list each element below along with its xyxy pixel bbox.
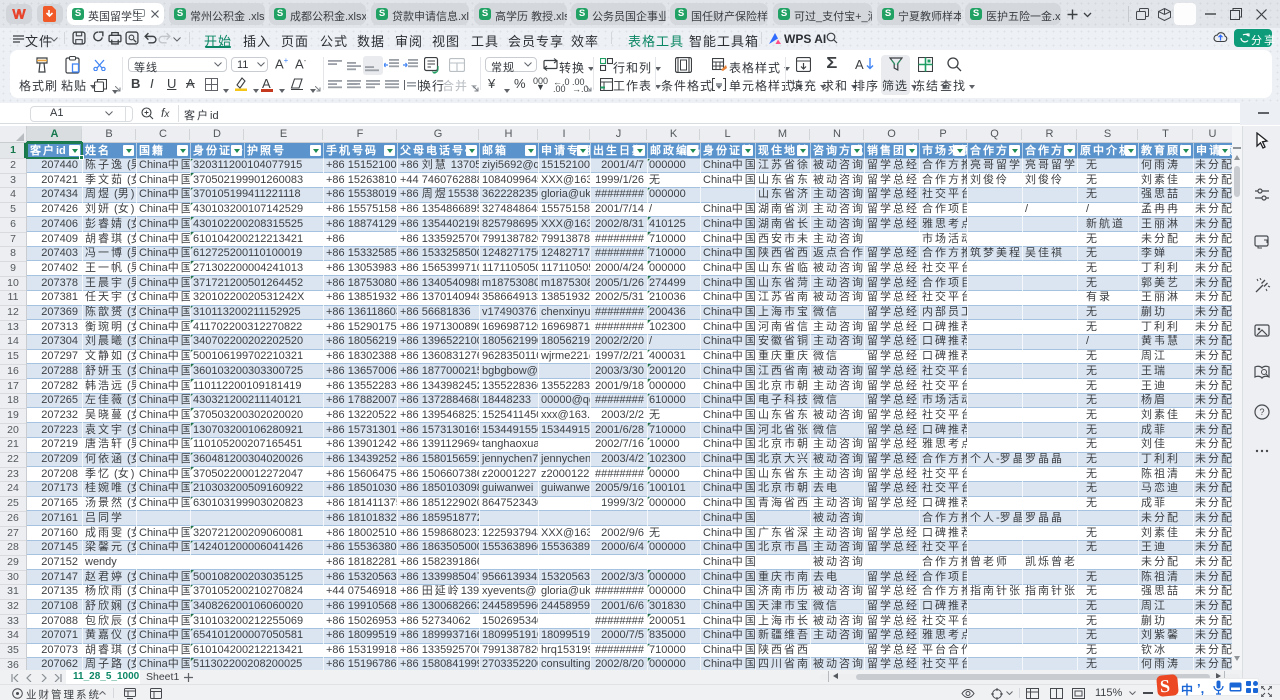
svg-text:?: ? bbox=[1259, 407, 1264, 417]
